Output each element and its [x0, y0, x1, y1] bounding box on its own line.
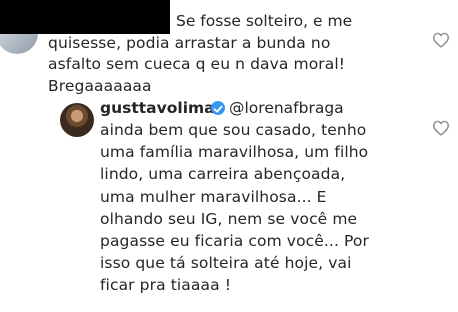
heart-outline-icon[interactable] — [432, 32, 450, 48]
comment-username[interactable]: gusttavolima — [100, 97, 215, 119]
redacted-username — [0, 0, 170, 34]
mention-link[interactable]: @lorenafbraga — [229, 97, 344, 119]
verified-badge-icon — [211, 101, 225, 115]
comment-text: ainda bem que sou casado, tenho uma famí… — [100, 121, 369, 295]
comment-text: quisesse, podia arrastar a bunda no asfa… — [48, 33, 346, 95]
heart-outline-icon[interactable] — [432, 120, 450, 136]
comment-text-first-line: Se fosse solteiro, e me — [176, 12, 353, 30]
avatar[interactable] — [60, 103, 94, 137]
